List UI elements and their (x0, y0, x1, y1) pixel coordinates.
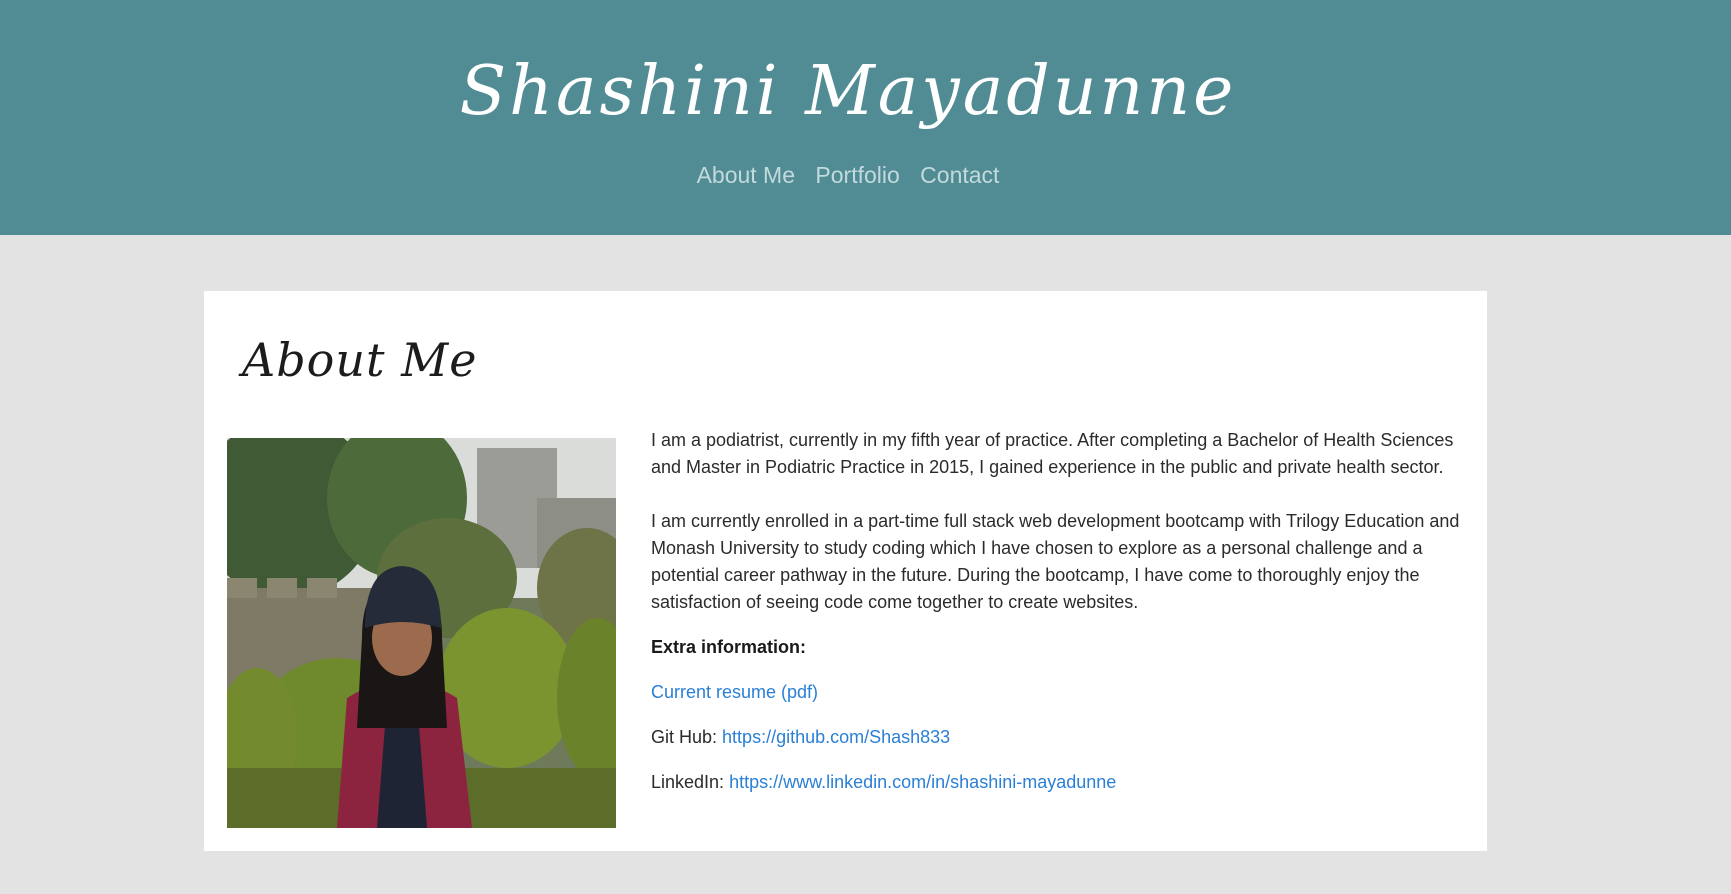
nav-link-about-me[interactable]: About Me (697, 162, 795, 188)
about-card: About Me I am a podiatrist, currently in… (204, 291, 1487, 851)
about-heading: About Me (242, 333, 478, 387)
linkedin-label: LinkedIn: (651, 772, 725, 792)
about-paragraph-1: I am a podiatrist, currently in my fifth… (651, 430, 1454, 477)
github-label: Git Hub: (651, 727, 718, 747)
main-nav: About Me Portfolio Contact (0, 162, 1696, 189)
resume-link[interactable]: Current resume (pdf) (651, 682, 818, 702)
about-text: I am a podiatrist, currently in my fifth… (651, 427, 1463, 814)
profile-photo (227, 438, 616, 828)
site-title: Shashini Mayadunne (459, 52, 1237, 131)
extra-info-label: Extra information: (651, 637, 807, 657)
linkedin-link[interactable]: https://www.linkedin.com/in/shashini-may… (729, 772, 1116, 792)
nav-link-contact[interactable]: Contact (920, 162, 999, 188)
nav-link-portfolio[interactable]: Portfolio (815, 162, 899, 188)
github-link[interactable]: https://github.com/Shash833 (722, 727, 950, 747)
site-header: Shashini Mayadunne About Me Portfolio Co… (0, 0, 1731, 235)
about-paragraph-2: I am currently enrolled in a part-time f… (651, 511, 1460, 612)
